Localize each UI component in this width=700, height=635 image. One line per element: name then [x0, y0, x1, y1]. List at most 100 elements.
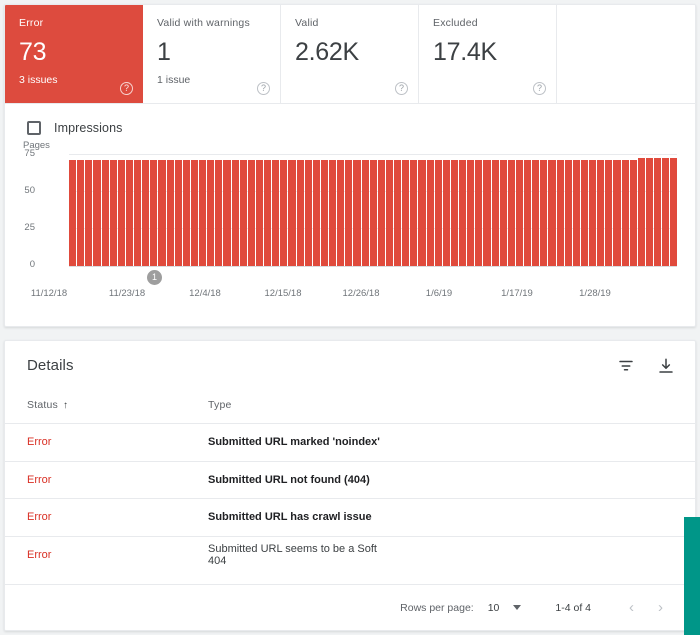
chart-bar[interactable]	[264, 159, 272, 266]
chart-bar[interactable]	[410, 159, 418, 266]
chart-bar[interactable]	[580, 159, 588, 266]
chart-bar[interactable]	[77, 159, 85, 266]
chart-bar[interactable]	[93, 159, 101, 266]
chart-bar[interactable]	[280, 159, 288, 266]
chart-bar[interactable]	[247, 159, 255, 266]
chart-bar[interactable]	[288, 159, 296, 266]
next-page-button[interactable]: ›	[646, 600, 675, 615]
chart-bar[interactable]	[402, 159, 410, 266]
chart-bar[interactable]	[662, 158, 670, 266]
chart-bar[interactable]	[564, 159, 572, 266]
chart-bar[interactable]	[207, 159, 215, 266]
chart-bar[interactable]	[442, 159, 450, 266]
column-header-status[interactable]: Status ↑	[5, 389, 95, 424]
chart-bar[interactable]	[548, 159, 556, 266]
chart-bar[interactable]	[556, 159, 564, 266]
chart-bar[interactable]	[345, 159, 353, 266]
help-icon[interactable]: ?	[395, 82, 408, 95]
chart-bar[interactable]	[475, 159, 483, 266]
chart-bar[interactable]	[142, 159, 150, 266]
chart-bar[interactable]	[532, 159, 540, 266]
help-icon[interactable]: ?	[257, 82, 270, 95]
chart-bar[interactable]	[101, 159, 109, 266]
chart-bar[interactable]	[199, 159, 207, 266]
chart-bar[interactable]	[150, 159, 158, 266]
chart-bar[interactable]	[524, 159, 532, 266]
chart-bar[interactable]	[369, 159, 377, 266]
chart-bar[interactable]	[239, 159, 247, 266]
chart-bar[interactable]	[605, 159, 613, 266]
table-row[interactable]: ErrorSubmitted URL marked 'noindex'!Not …	[5, 423, 695, 461]
chart-bar[interactable]	[394, 159, 402, 266]
chart-bar[interactable]	[621, 159, 629, 266]
chart-bar[interactable]	[467, 159, 475, 266]
chart-bar[interactable]	[377, 159, 385, 266]
chart-bar[interactable]	[337, 159, 345, 266]
rows-per-page-select[interactable]: 10	[488, 602, 522, 614]
filter-icon[interactable]	[617, 357, 635, 375]
chart-bar[interactable]	[320, 159, 328, 266]
chart-bar[interactable]	[223, 159, 231, 266]
column-header-type[interactable]: Type	[95, 389, 395, 424]
summary-tile-valid-with-warnings[interactable]: Valid with warnings 1 1 issue ?	[143, 5, 281, 103]
chart-bar[interactable]	[385, 159, 393, 266]
impressions-toggle-row[interactable]: Impressions	[5, 104, 695, 138]
chart-bar[interactable]	[491, 159, 499, 266]
chart-bar[interactable]	[654, 158, 662, 266]
chart-bar[interactable]	[418, 159, 426, 266]
chart-bar[interactable]	[572, 159, 580, 266]
chart-bar[interactable]	[434, 159, 442, 266]
chart-bar[interactable]	[109, 159, 117, 266]
help-icon[interactable]: ?	[120, 82, 133, 95]
chart-bar[interactable]	[182, 159, 190, 266]
table-row[interactable]: ErrorSubmitted URL not found (404)!Not S…	[5, 460, 695, 499]
chart-bar[interactable]	[499, 159, 507, 266]
table-row[interactable]: ErrorSubmitted URL has crawl issue!Not S…	[5, 498, 695, 536]
chart-bar[interactable]	[304, 159, 312, 266]
chart-bar[interactable]	[426, 159, 434, 266]
chart-bar[interactable]	[231, 159, 239, 266]
previous-page-button[interactable]: ‹	[617, 600, 646, 615]
chart-annotation-marker[interactable]: 1	[147, 270, 162, 285]
chart-bar[interactable]	[158, 159, 166, 266]
impressions-checkbox[interactable]	[27, 121, 41, 135]
chart-bar[interactable]	[507, 159, 515, 266]
chart-bar[interactable]	[353, 159, 361, 266]
summary-tile-error[interactable]: Error 73 3 issues ?	[5, 5, 143, 103]
help-icon[interactable]: ?	[533, 82, 546, 95]
chart-bar[interactable]	[166, 159, 174, 266]
chart-bar[interactable]	[69, 159, 77, 266]
chart-bar[interactable]	[215, 159, 223, 266]
chart-bar[interactable]	[174, 159, 182, 266]
summary-tile-excluded[interactable]: Excluded 17.4K ?	[419, 5, 557, 103]
sort-ascending-icon: ↑	[62, 400, 69, 411]
chart-bar[interactable]	[272, 159, 280, 266]
column-header-validation[interactable]: Validation	[395, 389, 695, 424]
chart-bar[interactable]	[515, 159, 523, 266]
table-row[interactable]: Error Submitted URL seems to be a Soft 40…	[5, 535, 695, 574]
chart-bar[interactable]	[645, 158, 653, 266]
chart-bar[interactable]	[597, 159, 605, 266]
chart-bar[interactable]	[190, 159, 198, 266]
summary-tile-valid[interactable]: Valid 2.62K ?	[281, 5, 419, 103]
chart-bar[interactable]	[459, 159, 467, 266]
chart-bar[interactable]	[483, 159, 491, 266]
chart-bar[interactable]	[361, 159, 369, 266]
chart-bar[interactable]	[629, 159, 637, 266]
chart-bar[interactable]	[670, 158, 678, 266]
chart-bar[interactable]	[329, 159, 337, 266]
chart-bar[interactable]	[85, 159, 93, 266]
chart-bar[interactable]	[125, 159, 133, 266]
chart-bar-series[interactable]	[69, 154, 678, 266]
chart-bar[interactable]	[613, 159, 621, 266]
chart-bar[interactable]	[117, 159, 125, 266]
chart-bar[interactable]	[255, 159, 263, 266]
download-icon[interactable]	[657, 357, 675, 375]
chart-bar[interactable]	[312, 159, 320, 266]
chart-bar[interactable]	[134, 159, 142, 266]
chart-bar[interactable]	[637, 158, 645, 266]
chart-bar[interactable]	[450, 159, 458, 266]
chart-bar[interactable]	[540, 159, 548, 266]
chart-bar[interactable]	[296, 159, 304, 266]
chart-bar[interactable]	[589, 159, 597, 266]
